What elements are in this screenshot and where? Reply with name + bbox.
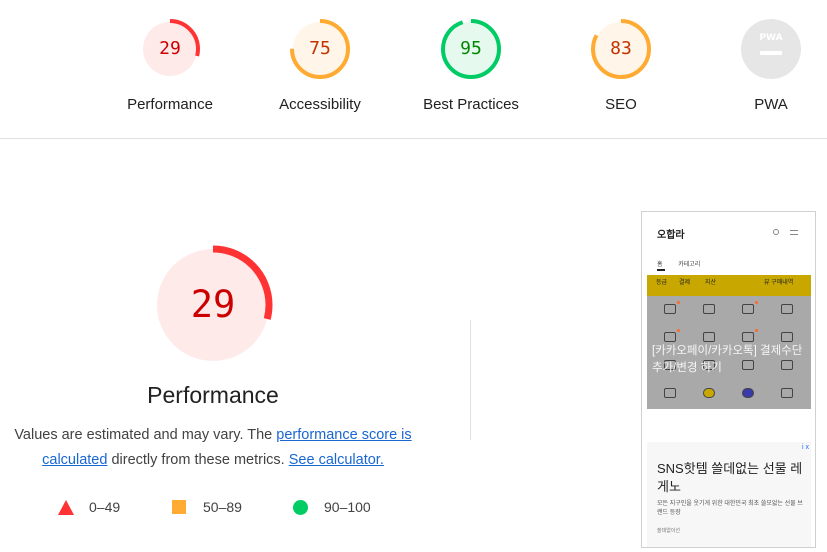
gauge-ring: 83: [590, 18, 652, 80]
badge-dot: [677, 301, 680, 304]
legend-label: 50–89: [203, 499, 242, 515]
ad-title: SNS핫템 쓸데없는 선물 레게노: [657, 461, 803, 494]
grid-icon: [664, 304, 676, 314]
grid-icon: [664, 332, 676, 342]
square-icon: [172, 500, 186, 514]
category-scores-bar: 29 Performance 75 Accessibility 95 Best …: [0, 0, 827, 139]
performance-title: Performance: [147, 382, 279, 408]
final-screenshot-thumbnail[interactable]: 오합라 홈 카테고리 등급 결제 지산 뷰 구매내역 [카카오페이/카카오톡]: [641, 211, 816, 548]
grid-icon: [703, 304, 715, 314]
ad-choices-icon: i x: [802, 444, 809, 451]
bar-item: 지산: [705, 280, 717, 286]
gauge-score: 83: [610, 38, 632, 59]
gauge-label: Performance: [127, 96, 213, 113]
screenshot-header: 오합라: [642, 212, 815, 258]
grid-icon: [703, 388, 715, 398]
screenshot-overlay-text: [카카오페이/카카오톡] 결제수단 추가/변경 하기: [652, 345, 803, 374]
grid-icon: [664, 388, 676, 398]
menu-icon: [790, 230, 798, 235]
performance-description: Values are estimated and may vary. The p…: [0, 423, 426, 473]
gauge-score: 75: [309, 38, 331, 59]
gauge-performance[interactable]: 29 Performance: [100, 18, 240, 113]
legend-label: 0–49: [89, 499, 121, 515]
grid-icon: [781, 388, 793, 398]
grid-icon: [742, 304, 754, 314]
badge-dot: [755, 301, 758, 304]
gauge-label: Accessibility: [279, 96, 361, 113]
grid-icon: [781, 304, 793, 314]
pwa-badge-text: PWA: [759, 33, 782, 43]
bar-item: 등급: [656, 280, 668, 286]
desc-text-2: directly from these metrics.: [107, 452, 289, 468]
screenshot-nav-item: 홈: [657, 262, 663, 268]
desc-text-1: Values are estimated and may vary. The: [14, 427, 277, 443]
search-icon: [773, 229, 779, 235]
gauge-seo[interactable]: 83 SEO: [551, 18, 691, 113]
screenshot-nav-item: 카테고리: [678, 262, 701, 268]
gauge-ring: 95: [440, 18, 502, 80]
circle-icon: [293, 500, 308, 515]
bar-item: 결제: [679, 280, 691, 286]
bar-item: 뷰 구매내역: [764, 280, 794, 286]
grid-icon: [703, 332, 715, 342]
badge-dot: [677, 329, 680, 332]
gauge-label: SEO: [605, 96, 637, 113]
vertical-divider: [470, 320, 471, 440]
performance-gauge-large: 29: [152, 244, 274, 366]
grid-icon: [742, 388, 754, 398]
triangle-icon: [58, 500, 74, 515]
gauge-label: Best Practices: [423, 96, 519, 113]
legend-average: 50–89: [172, 497, 262, 517]
legend-pass: 90–100: [293, 497, 393, 517]
gauge-ring: 29: [139, 18, 201, 80]
legend-fail: 0–49: [58, 497, 148, 517]
gauge-label: PWA: [754, 96, 788, 113]
gauge-score: 29: [159, 38, 181, 59]
gauge-best-practices[interactable]: 95 Best Practices: [401, 18, 541, 113]
screenshot-logo: 오합라: [657, 230, 685, 241]
screenshot-yellow-bar: 등급 결제 지산 뷰 구매내역: [647, 275, 811, 296]
screenshot-ad-card: i x SNS핫템 쓸데없는 선물 레게노 모든 지구인을 웃기게 위한 대한민…: [647, 442, 811, 547]
see-calculator-link[interactable]: See calculator.: [289, 452, 384, 468]
screenshot-nav-underline: [657, 269, 665, 271]
gauge-ring: PWA: [740, 18, 802, 80]
performance-score: 29: [190, 283, 236, 326]
grid-icon: [781, 332, 793, 342]
gauge-pwa[interactable]: PWA PWA: [701, 18, 827, 113]
ad-advertiser: 쓸데없이선: [657, 528, 681, 534]
gauge-score: 95: [460, 38, 482, 59]
ad-text: 모든 지구인을 웃기게 위한 대한민국 최초 쓸모없는 선물 브랜드 등장: [657, 501, 803, 516]
pwa-badge-icon: PWA: [741, 19, 801, 79]
grid-icon: [742, 332, 754, 342]
screenshot-nav: 홈 카테고리: [657, 259, 714, 268]
gauge-ring: 75: [289, 18, 351, 80]
badge-dot: [755, 329, 758, 332]
gauge-accessibility[interactable]: 75 Accessibility: [250, 18, 390, 113]
legend-label: 90–100: [324, 499, 371, 515]
